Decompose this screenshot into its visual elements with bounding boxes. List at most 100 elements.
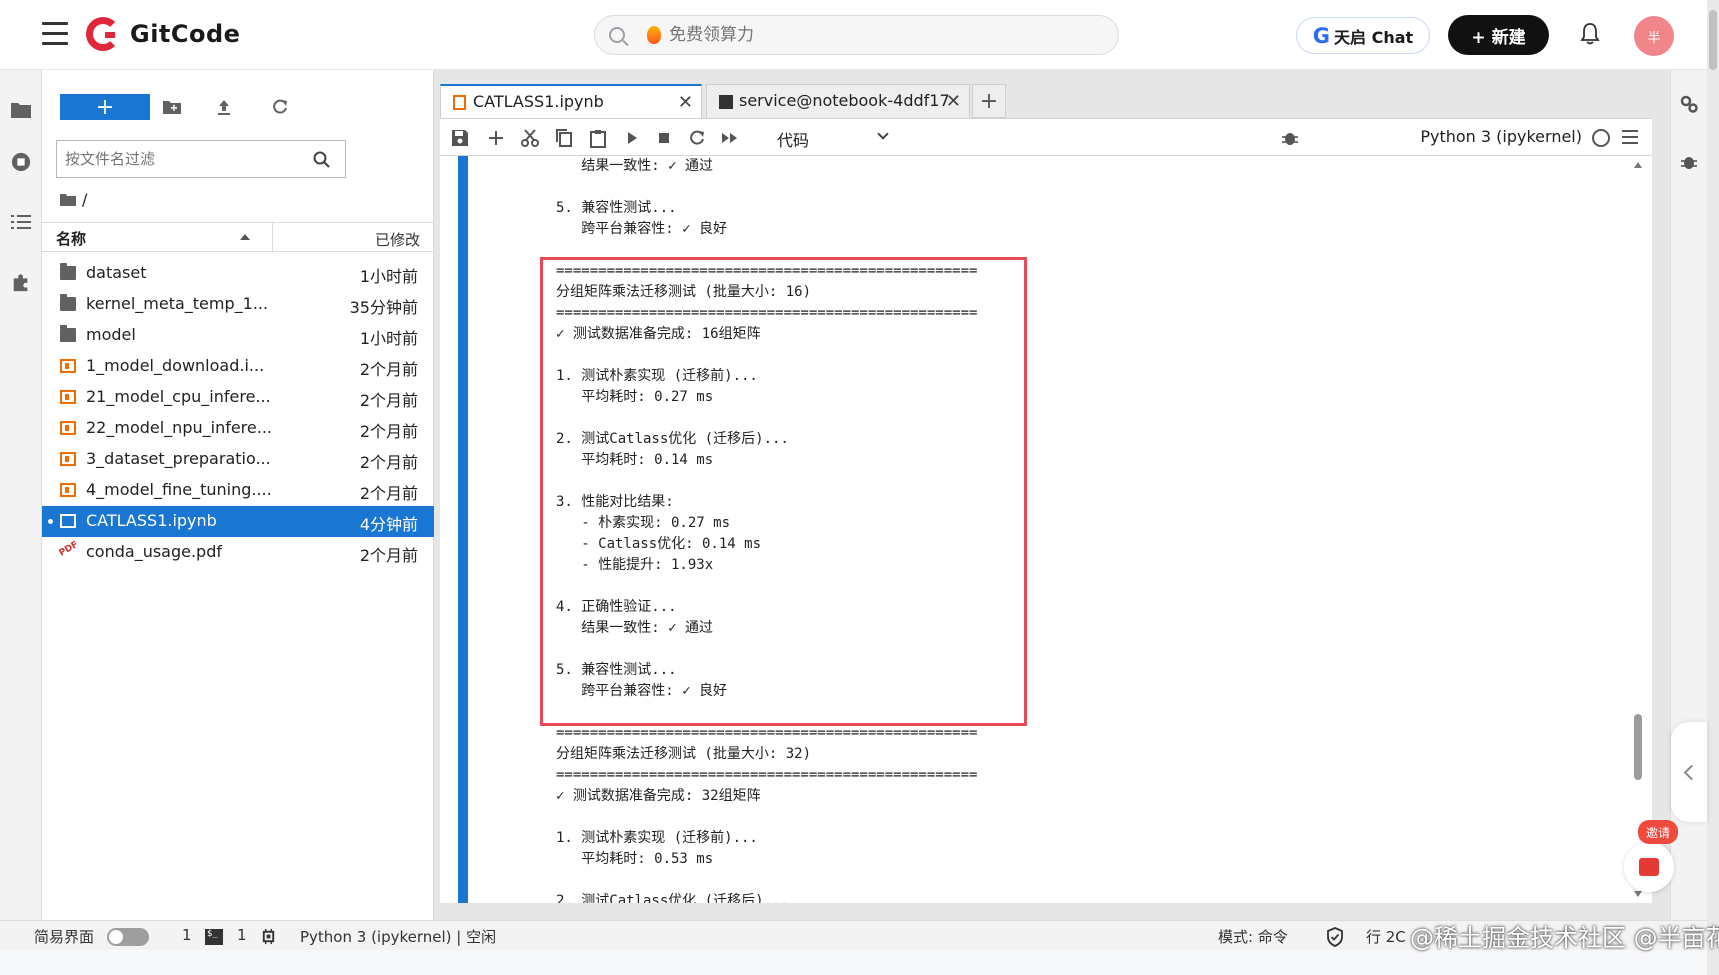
notebook-icon (60, 452, 76, 466)
debugger-icon[interactable] (1679, 152, 1699, 172)
notebook-icon (60, 421, 76, 435)
output-line: ========================================… (556, 725, 978, 741)
add-cell-icon[interactable] (486, 128, 506, 148)
list-item[interactable]: kernel_meta_temp_1... 35分钟前 (42, 289, 434, 320)
list-item[interactable]: dataset 1小时前 (42, 258, 434, 289)
pdf-icon: PDF (57, 539, 81, 559)
chat-label: 天启 Chat (1334, 27, 1414, 47)
kernel-name[interactable]: Python 3 (ipykernel) (1420, 127, 1582, 146)
count-terminals[interactable]: 1 (237, 926, 247, 944)
list-item[interactable]: 22_model_npu_infere... 2个月前 (42, 413, 434, 444)
tab-catlass1[interactable]: CATLASS1.ipynb ✕ (440, 84, 702, 118)
running-indicator-icon (48, 519, 53, 524)
copy-icon[interactable] (554, 128, 574, 148)
cursor-position[interactable]: 行 2C (1366, 926, 1406, 947)
notebook-scrollbar[interactable] (1632, 156, 1644, 903)
column-modified[interactable]: 已修改 (375, 229, 420, 250)
file-name: dataset (86, 263, 147, 282)
run-all-icon[interactable] (720, 128, 740, 148)
scroll-up-icon[interactable] (1634, 162, 1642, 168)
tianqi-chat-button[interactable]: G 天启 Chat (1296, 17, 1430, 54)
search-input[interactable] (669, 25, 1049, 45)
save-icon[interactable] (450, 128, 470, 148)
menu-icon[interactable] (1622, 130, 1638, 144)
upload-icon[interactable] (214, 97, 234, 117)
extension-icon[interactable] (10, 272, 32, 292)
output-line: ========================================… (556, 263, 978, 279)
run-icon[interactable] (622, 128, 642, 148)
window-scrollbar[interactable] (1707, 0, 1719, 975)
cell-type-select[interactable]: 代码 (777, 127, 889, 151)
kernel-status-text[interactable]: Python 3 (ipykernel) | 空闲 (300, 926, 496, 947)
window-scrollbar-thumb[interactable] (1709, 10, 1717, 70)
property-inspector-icon[interactable] (1679, 94, 1699, 114)
list-item[interactable]: 21_model_cpu_infere... 2个月前 (42, 382, 434, 413)
new-button[interactable]: + 新建 (1448, 15, 1549, 55)
count-sessions[interactable]: 1 (182, 926, 192, 944)
list-item[interactable]: 4_model_fine_tuning.... 2个月前 (42, 475, 434, 506)
stop-icon[interactable] (654, 128, 674, 148)
gitcode-logo[interactable]: GitCode (86, 16, 240, 52)
global-search[interactable] (594, 15, 1119, 55)
file-filter[interactable] (56, 140, 346, 178)
active-cell-indicator[interactable] (458, 156, 468, 903)
list-item-selected[interactable]: CATLASS1.ipynb 4分钟前 (42, 506, 434, 537)
restart-icon[interactable] (687, 128, 707, 148)
output-line: 跨平台兼容性: ✓ 良好 (556, 683, 728, 699)
invite-button[interactable]: 邀请 (1618, 820, 1678, 894)
output-line: ✓ 测试数据准备完成: 16组矩阵 (556, 326, 761, 342)
breadcrumb-path[interactable]: / (82, 190, 87, 209)
new-folder-icon[interactable] (162, 97, 182, 117)
gitcode-logo-icon (86, 17, 120, 51)
cut-icon[interactable] (520, 128, 540, 148)
folder-icon (60, 193, 76, 206)
avatar[interactable]: 半 (1634, 16, 1674, 56)
list-item[interactable]: 3_dataset_preparatio... 2个月前 (42, 444, 434, 475)
notebook-icon (60, 390, 76, 404)
simple-mode-label: 简易界面 (34, 928, 95, 946)
file-name: CATLASS1.ipynb (86, 511, 217, 530)
running-icon[interactable] (10, 152, 32, 172)
collapse-panel-button[interactable] (1671, 722, 1707, 822)
output-line: 结果一致性: ✓ 通过 (556, 620, 714, 636)
output-line: 1. 测试朴素实现 (迁移前)... (556, 368, 758, 384)
list-item[interactable]: model 1小时前 (42, 320, 434, 351)
search-icon[interactable] (313, 151, 331, 169)
bell-icon[interactable] (1579, 22, 1601, 46)
column-divider[interactable] (272, 223, 273, 253)
folder-icon[interactable] (10, 100, 32, 120)
new-launcher-button[interactable]: + (60, 94, 150, 120)
column-name[interactable]: 名称 (56, 228, 86, 249)
paste-icon[interactable] (588, 128, 608, 148)
menu-icon[interactable] (42, 22, 68, 46)
close-icon[interactable]: ✕ (946, 91, 961, 112)
file-filter-input[interactable] (65, 150, 305, 168)
tab-terminal[interactable]: service@notebook-4ddf17 ✕ (706, 84, 970, 118)
scrollbar-thumb[interactable] (1634, 714, 1642, 780)
file-browser: + / 名称 已修改 dataset 1小时前 kernel_meta_temp… (42, 70, 434, 920)
output-line: 1. 测试朴素实现 (迁移前)... (556, 830, 758, 846)
breadcrumb[interactable]: / (60, 190, 87, 209)
add-tab-button[interactable]: + (972, 84, 1006, 118)
cpu-icon[interactable] (260, 928, 277, 945)
refresh-icon[interactable] (270, 97, 290, 117)
list-item[interactable]: 1_model_download.i... 2个月前 (42, 351, 434, 382)
sort-ascending-icon[interactable] (240, 234, 250, 240)
search-icon (609, 27, 625, 43)
list-item[interactable]: PDF conda_usage.pdf 2个月前 (42, 537, 434, 568)
close-icon[interactable]: ✕ (678, 92, 693, 113)
output-line: 2. 测试Catlass优化 (迁移后)... (556, 893, 789, 903)
debugger-icon[interactable] (1280, 128, 1300, 148)
file-modified: 1小时前 (359, 267, 418, 286)
simple-mode-toggle[interactable] (107, 928, 149, 946)
file-modified: 2个月前 (359, 391, 418, 410)
terminal-icon (719, 95, 733, 109)
shield-icon[interactable] (1326, 927, 1344, 947)
toc-icon[interactable] (10, 212, 32, 232)
output-line: 2. 测试Catlass优化 (迁移后)... (556, 431, 789, 447)
mode-indicator[interactable]: 模式: 命令 (1218, 926, 1288, 947)
output-line: 结果一致性: ✓ 通过 (556, 158, 714, 174)
